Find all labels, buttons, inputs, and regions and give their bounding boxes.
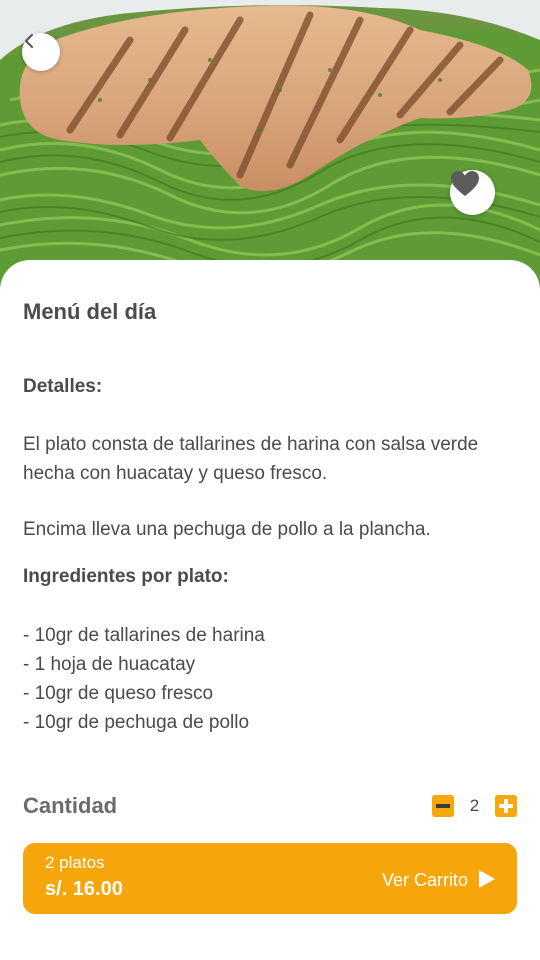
plus-icon bbox=[499, 799, 513, 813]
favorite-button[interactable] bbox=[450, 170, 495, 215]
quantity-value: 2 bbox=[469, 796, 480, 815]
detail-card: Menú del día Detalles: El plato consta d… bbox=[0, 260, 540, 960]
ingredients-list: - 10gr de tallarines de harina - 1 hoja … bbox=[23, 621, 265, 737]
ingredients-label: Ingredientes por plato: bbox=[23, 566, 229, 587]
quantity-stepper: 2 bbox=[432, 795, 518, 819]
chevron-left-icon bbox=[25, 34, 33, 48]
cart-total-price: s/. 16.00 bbox=[45, 878, 123, 900]
view-cart-button[interactable]: 2 platos s/. 16.00 Ver Carrito bbox=[23, 843, 517, 914]
minus-icon bbox=[436, 804, 450, 808]
heart-icon bbox=[451, 171, 479, 196]
list-item: - 10gr de queso fresco bbox=[23, 683, 214, 704]
list-item: - 10gr de pechuga de pollo bbox=[23, 712, 250, 733]
play-arrow-icon bbox=[479, 870, 495, 888]
decrease-quantity-button[interactable] bbox=[432, 795, 454, 817]
list-item: - 10gr de tallarines de harina bbox=[23, 625, 265, 646]
cart-dish-count: 2 platos bbox=[45, 853, 105, 872]
details-paragraph-1: El plato consta de tallarines de harina … bbox=[23, 434, 479, 484]
increase-quantity-button[interactable] bbox=[495, 795, 517, 817]
details-paragraph-2: Encima lleva una pechuga de pollo a la p… bbox=[23, 519, 431, 540]
list-item: - 1 hoja de huacatay bbox=[23, 654, 196, 675]
dish-photo-illustration bbox=[0, 0, 540, 290]
dish-photo bbox=[0, 0, 540, 290]
back-button[interactable] bbox=[22, 33, 60, 71]
dish-title: Menú del día bbox=[23, 299, 157, 324]
details-label: Detalles: bbox=[23, 376, 103, 397]
view-cart-label: Ver Carrito bbox=[382, 870, 469, 890]
quantity-label: Cantidad bbox=[23, 793, 118, 818]
